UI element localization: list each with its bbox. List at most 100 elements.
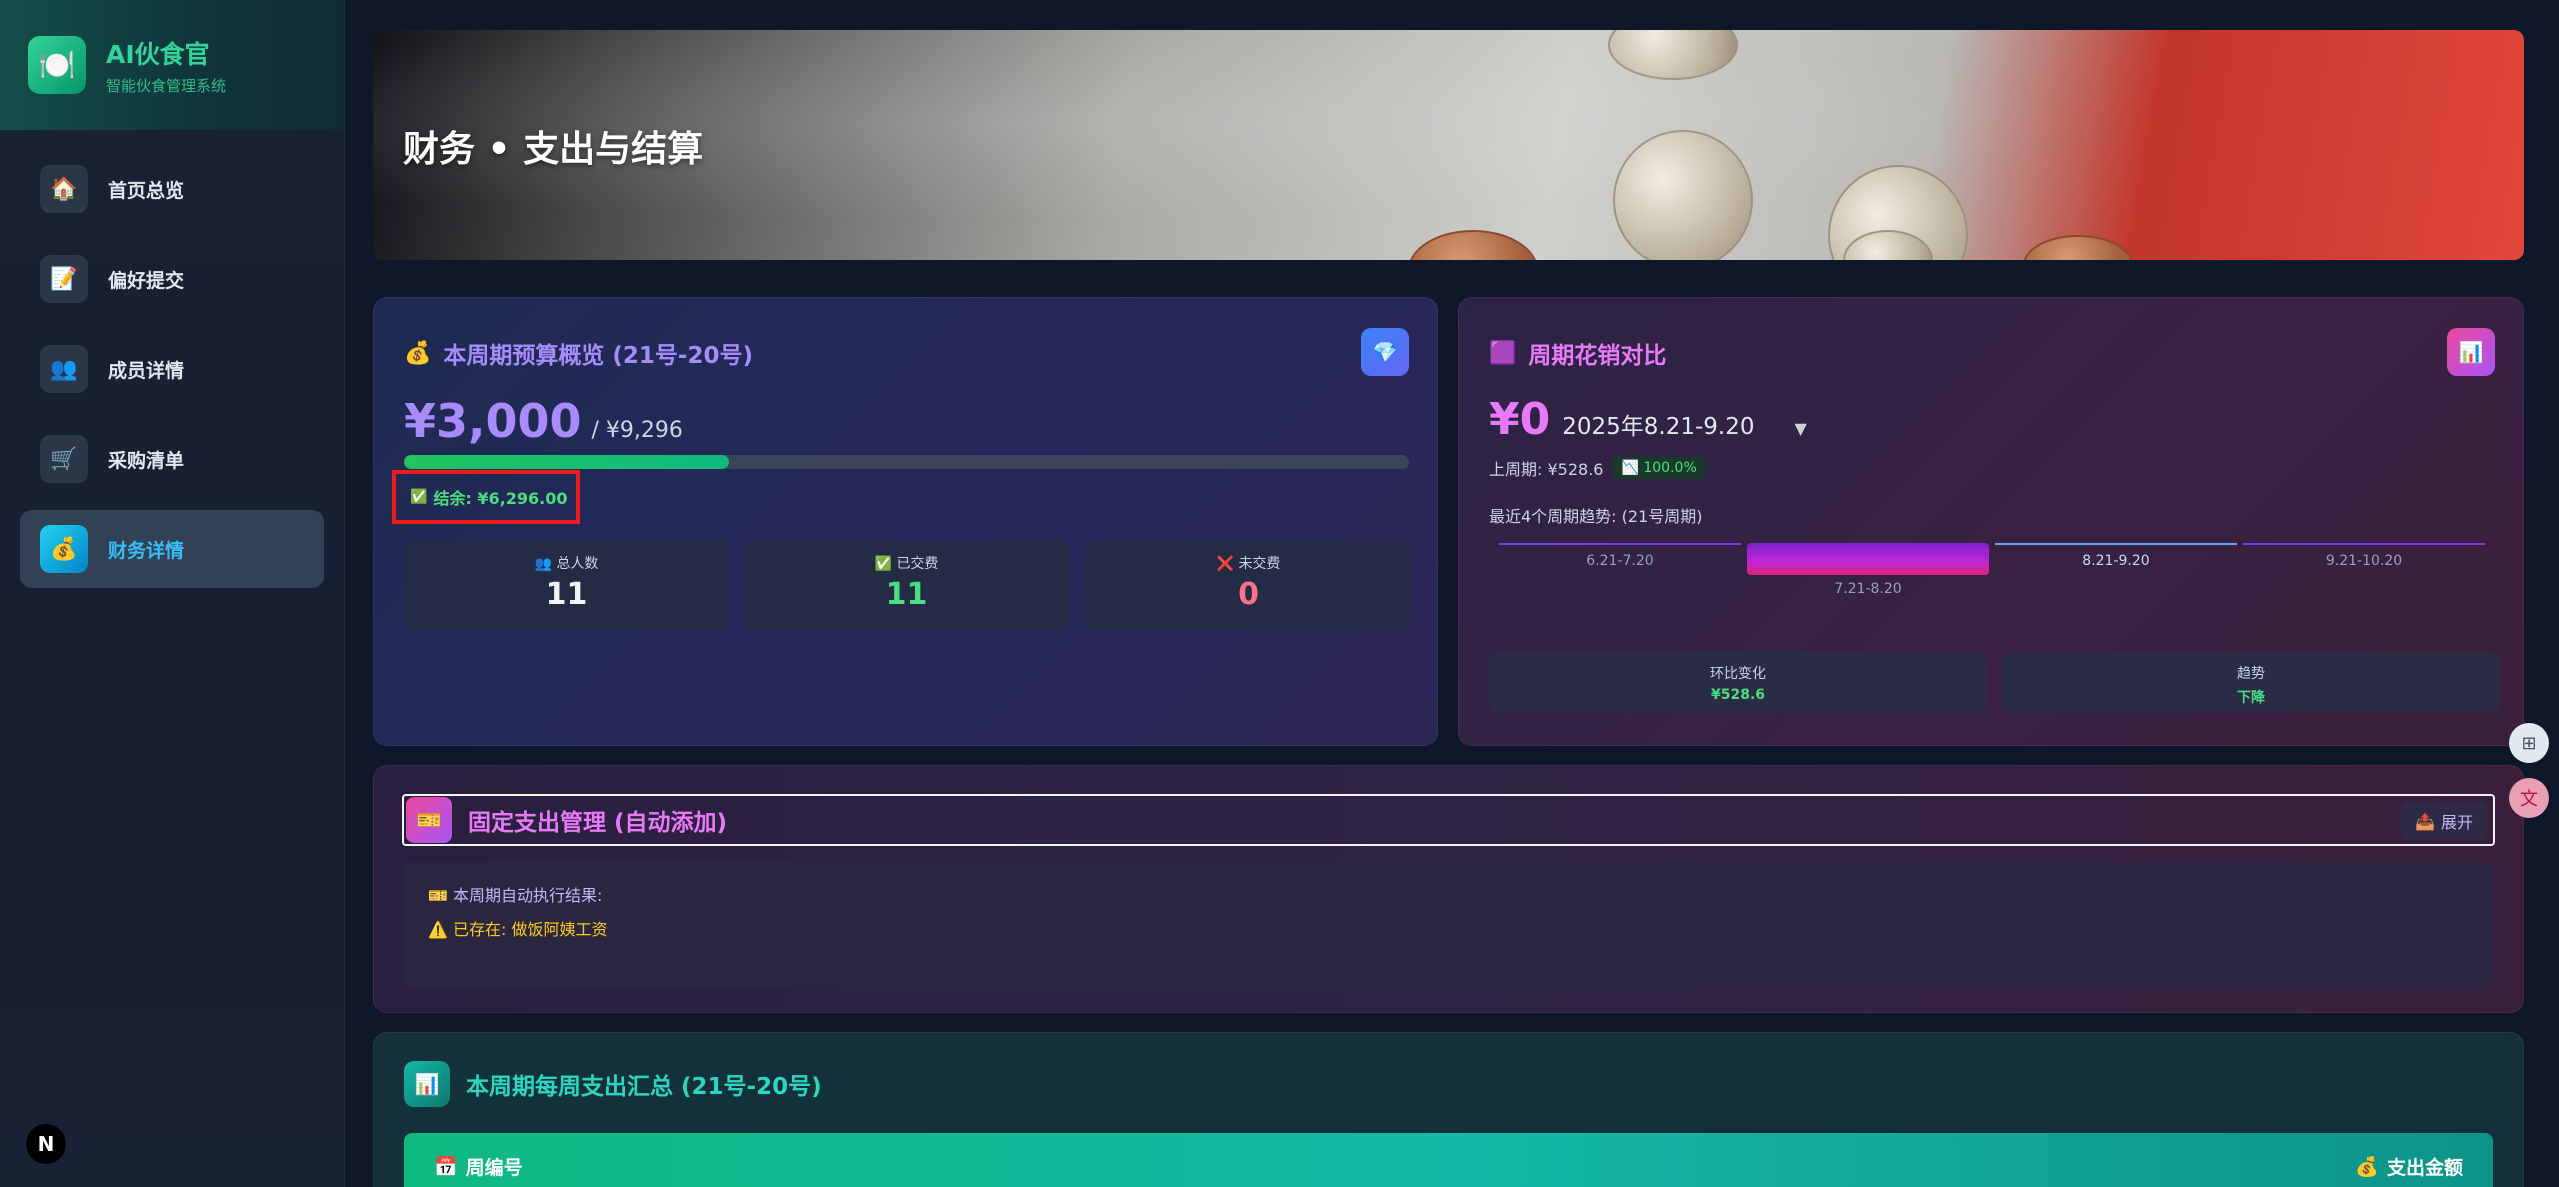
- auto-run-result: 🎫 本周期自动执行结果: ⚠️ 已存在: 做饭阿姨工资: [404, 862, 2493, 990]
- home-icon: 🏠: [40, 165, 88, 213]
- trend-period-label: 9.21-10.20: [2325, 553, 2403, 569]
- fixed-expense-card: 🎫 固定支出管理 (自动添加) 📤 展开 🎫 本周期自动执行结果: ⚠️ 已存在…: [373, 765, 2524, 1013]
- trend-bar: [2243, 543, 2485, 545]
- outbox-icon: 📤: [2415, 811, 2435, 831]
- coin-image: [1408, 230, 1538, 260]
- ticket-icon: 🎫: [428, 886, 448, 905]
- app-title: AI伙食官: [106, 39, 210, 69]
- budget-overview-card: 💰 本周期预算概览 (21号-20号) 💎 ¥3,000 / ¥9,296 ✅ …: [373, 297, 1438, 746]
- chart-icon[interactable]: 📊: [2447, 328, 2495, 376]
- fixed-expense-title: 固定支出管理 (自动添加): [468, 810, 728, 836]
- check-icon: ✅: [410, 489, 428, 505]
- fixed-expense-header[interactable]: 🎫 固定支出管理 (自动添加) 📤 展开: [402, 794, 2495, 846]
- expand-label: 展开: [2440, 813, 2473, 832]
- trend-period-3[interactable]: 9.21-10.20: [2243, 543, 2485, 569]
- trend-bar: [1995, 543, 2237, 545]
- mom-change-box: 环比变化 ¥528.6: [1489, 653, 1987, 713]
- stat-total-members: 👥 总人数 11: [404, 541, 729, 629]
- coin-image: [1843, 230, 1933, 260]
- trend-direction-label: 趋势: [2237, 666, 2265, 682]
- gem-icon[interactable]: 💎: [1361, 328, 1409, 376]
- last-period-amount: 上周期: ¥528.6: [1489, 460, 1604, 479]
- trend-period-1[interactable]: 7.21-8.20: [1747, 543, 1989, 597]
- cart-icon: 🛒: [40, 435, 88, 483]
- weekly-title: 本周期每周支出汇总 (21号-20号): [466, 1074, 822, 1100]
- stat-value: 11: [885, 577, 928, 612]
- trend-direction-value: 下降: [2237, 690, 2265, 706]
- sidebar-nav: 🏠 首页总览 📝 偏好提交 👥 成员详情 🛒 采购清单 💰 财务详情: [0, 150, 344, 588]
- trend-period-0[interactable]: 6.21-7.20: [1499, 543, 1741, 569]
- budget-total-amount: / ¥9,296: [591, 418, 683, 443]
- trend-period-label: 6.21-7.20: [1586, 553, 1654, 569]
- trend-title: 最近4个周期趋势: (21号周期): [1489, 507, 1703, 526]
- period-compare-card: 🟪 周期花销对比 📊 ¥0 2025年8.21-9.20 ▼ 上周期: ¥528…: [1458, 297, 2524, 746]
- sidebar-item-label: 成员详情: [108, 359, 185, 382]
- money-bag-icon: 💰: [2355, 1156, 2379, 1178]
- grid-plus-icon[interactable]: ⊞: [2509, 723, 2549, 763]
- budget-title: 本周期预算概览 (21号-20号): [443, 343, 753, 369]
- balance-highlight: ✅ 结余: ¥6,296.00: [392, 470, 580, 524]
- coin-image: [2023, 235, 2133, 260]
- app-subtitle: 智能伙食管理系统: [106, 76, 227, 95]
- sidebar-item-label: 偏好提交: [108, 269, 185, 292]
- trend-direction-box: 趋势 下降: [2002, 653, 2500, 713]
- result-title: 🎫 本周期自动执行结果:: [428, 886, 603, 905]
- memo-icon: 📝: [40, 255, 88, 303]
- translate-icon[interactable]: 文: [2509, 778, 2549, 818]
- bar-chart-icon: 📊: [404, 1061, 450, 1107]
- expand-button[interactable]: 📤 展开: [2401, 802, 2487, 840]
- brand-header[interactable]: 🍽️ AI伙食官 智能伙食管理系统: [0, 0, 344, 130]
- sidebar-item-label: 财务详情: [108, 539, 185, 562]
- sidebar: 🍽️ AI伙食官 智能伙食管理系统 🏠 首页总览 📝 偏好提交 👥 成员详情 🛒…: [0, 0, 345, 1187]
- col-week-number[interactable]: 📅 周编号: [434, 1153, 523, 1180]
- compare-title: 周期花销对比: [1528, 343, 1667, 369]
- stat-value: 11: [545, 577, 588, 612]
- stat-paid: ✅ 已交费 11: [744, 541, 1069, 629]
- stat-label: 总人数: [556, 556, 599, 572]
- square-icon: 🟪: [1489, 340, 1517, 366]
- hero-banner: 财务 • 支出与结算: [373, 30, 2524, 260]
- balance-text: 结余: ¥6,296.00: [433, 489, 568, 508]
- chevron-down-icon[interactable]: ▼: [1795, 419, 1807, 438]
- warning-icon: ⚠️: [428, 920, 448, 939]
- trend-bar: [1499, 543, 1741, 545]
- budget-progress-fill: [404, 455, 729, 469]
- mom-change-label: 环比变化: [1710, 666, 1766, 682]
- ticket-icon: 🎫: [406, 797, 452, 843]
- stat-value: 0: [1238, 577, 1259, 612]
- weekly-table-header: 📅 周编号 💰 支出金额: [404, 1133, 2493, 1187]
- trend-period-2[interactable]: 8.21-9.20: [1995, 543, 2237, 569]
- sidebar-item-label: 首页总览: [108, 179, 185, 202]
- sidebar-item-shopping[interactable]: 🛒 采购清单: [20, 420, 324, 498]
- sidebar-item-finance[interactable]: 💰 财务详情: [20, 510, 324, 588]
- app-logo-icon: 🍽️: [28, 36, 86, 94]
- budget-spent-amount: ¥3,000: [404, 394, 582, 448]
- stat-label: 未交费: [1238, 556, 1281, 572]
- coin-image: [1828, 165, 1968, 260]
- trend-down-icon: 📉: [1621, 460, 1639, 476]
- dev-tools-badge[interactable]: N: [26, 1124, 66, 1164]
- trend-bar: [1747, 543, 1989, 575]
- stat-label: 已交费: [896, 556, 939, 572]
- check-icon: ✅: [874, 556, 892, 572]
- trend-period-label: 7.21-8.20: [1834, 581, 1902, 597]
- result-warning: ⚠️ 已存在: 做饭阿姨工资: [428, 920, 608, 939]
- col-expense-amount[interactable]: 💰 支出金额: [2355, 1153, 2463, 1180]
- sidebar-item-members[interactable]: 👥 成员详情: [20, 330, 324, 408]
- coin-image: [1608, 30, 1738, 80]
- coin-image: [1613, 130, 1753, 260]
- budget-progress-bar: [404, 455, 1409, 469]
- money-bag-icon: 💰: [404, 340, 432, 366]
- period-select[interactable]: 2025年8.21-9.20: [1562, 407, 1754, 441]
- money-bag-icon: 💰: [40, 525, 88, 573]
- sidebar-item-label: 采购清单: [108, 449, 185, 472]
- current-period-amount: ¥0: [1489, 394, 1551, 445]
- trend-period-label: 8.21-9.20: [2082, 553, 2150, 569]
- sidebar-item-home[interactable]: 🏠 首页总览: [20, 150, 324, 228]
- stat-unpaid: ❌ 未交费 0: [1086, 541, 1411, 629]
- sidebar-item-preferences[interactable]: 📝 偏好提交: [20, 240, 324, 318]
- mom-change-value: ¥528.6: [1710, 687, 1766, 703]
- page-title: 财务 • 支出与结算: [403, 129, 704, 170]
- weekly-summary-card: 📊 本周期每周支出汇总 (21号-20号) 📅 周编号 💰 支出金额: [373, 1032, 2524, 1187]
- users-icon: 👥: [40, 345, 88, 393]
